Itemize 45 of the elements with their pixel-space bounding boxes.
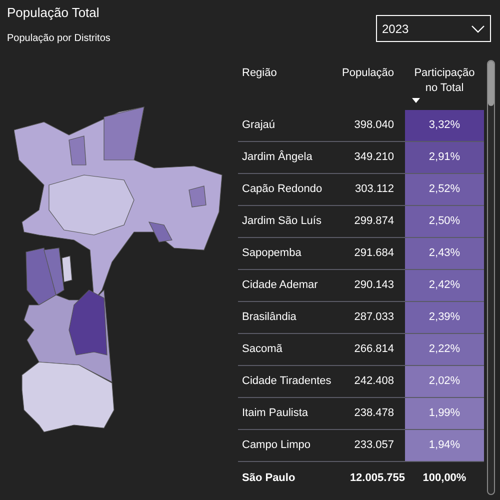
share-cell: 1,94% [405, 430, 484, 461]
population-cell-text: 299.874 [353, 214, 395, 230]
population-cell-text: 233.057 [353, 438, 395, 454]
total-population-cell-text: 12.005.755 [348, 470, 405, 486]
share-cell: 2,22% [405, 334, 484, 365]
region-cell-text: Sacomã [241, 342, 284, 358]
column-header[interactable]: Participação no Total [414, 66, 475, 103]
population-cell-text: 291.684 [353, 246, 395, 262]
year-dropdown[interactable]: 2023 [376, 15, 491, 42]
region-cell-text: Sapopemba [241, 246, 302, 262]
region-cell-text: Grajaú [241, 118, 276, 134]
population-cell-text: 238.478 [353, 406, 395, 422]
total-region-cell-text: São Paulo [241, 470, 296, 486]
population-cell-text: 242.408 [353, 374, 395, 390]
region-cell-text: Cidade Ademar [241, 278, 319, 294]
region-cell-text: Campo Limpo [241, 438, 312, 454]
region-cell-text: Capão Redondo [241, 182, 324, 198]
share-cell: 2,52% [405, 174, 484, 205]
report-title: População Total [7, 4, 100, 22]
share-cell: 2,42% [405, 270, 484, 301]
report-subtitle: População por Distritos [7, 32, 110, 46]
chevron-down-icon [471, 24, 485, 32]
region-cell-text: Cidade Tiradentes [241, 374, 332, 390]
total-share-cell-text: 100,00% [422, 470, 468, 486]
column-header[interactable]: População [342, 66, 394, 81]
share-cell: 3,32% [405, 110, 484, 141]
scrollbar[interactable] [487, 60, 495, 495]
region-cell-text: Itaim Paulista [241, 406, 310, 422]
population-cell-text: 349.210 [353, 150, 395, 166]
share-cell: 2,43% [405, 238, 484, 269]
population-cell-text: 287.033 [353, 310, 395, 326]
region-cell-text: Brasilândia [241, 310, 298, 326]
population-cell-text: 303.112 [354, 182, 395, 198]
population-cell-text: 398.040 [353, 118, 395, 134]
population-cell-text: 266.814 [353, 342, 395, 358]
population-cell-text: 290.143 [353, 278, 395, 294]
column-header[interactable]: Região [242, 66, 277, 81]
region-cell-text: Jardim Ângela [241, 149, 314, 166]
sort-descending-icon [412, 98, 420, 103]
share-cell: 2,02% [405, 366, 484, 397]
share-cell: 2,50% [405, 206, 484, 237]
share-cell: 2,91% [405, 142, 484, 173]
share-cell: 2,39% [405, 302, 484, 333]
share-cell: 1,99% [405, 398, 484, 429]
region-cell-text: Jardim São Luís [241, 214, 322, 230]
